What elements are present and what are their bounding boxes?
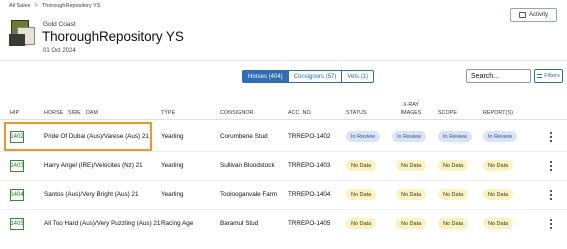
page-title: ThoroughRepository YS	[42, 29, 184, 44]
horse-name: Harry Angel (IRE)/Velocites (Nz) 21	[44, 162, 143, 169]
col-acc-no[interactable]: ACC. NO	[288, 110, 311, 116]
reports-badge: In Review	[483, 131, 518, 142]
col-reports[interactable]: REPORT(S)	[483, 110, 513, 116]
sale-header: Gold Coast ThoroughRepository YS 01 Oct …	[9, 14, 558, 58]
status-badge: No Data	[346, 160, 377, 171]
sale-logo-icon	[9, 20, 37, 48]
acc-number: TRREPO-1405	[288, 220, 331, 227]
col-hip[interactable]: HIP	[10, 110, 19, 116]
selected-row-highlight	[4, 122, 152, 151]
search-input[interactable]: Search...	[466, 69, 531, 83]
activity-label: Activity	[528, 12, 548, 18]
col-xray-line1: X-RAY	[403, 102, 419, 108]
consignor-name: Baramul Stud	[220, 220, 259, 227]
hip-number[interactable]: 1405	[10, 218, 24, 230]
tab-consignors[interactable]: Consignors (57)	[288, 70, 343, 83]
view-tabs: Horses (404) Consignors (57) Vets (1)	[242, 70, 375, 83]
col-scope[interactable]: SCOPE	[438, 110, 457, 116]
tab-horses[interactable]: Horses (404)	[242, 70, 289, 83]
table-header-divider	[0, 119, 567, 120]
col-type[interactable]: TYPE	[161, 110, 175, 116]
row-menu-icon[interactable]	[550, 219, 553, 229]
horse-type: Yearling	[161, 133, 184, 140]
reports-badge: No Data	[483, 218, 514, 229]
table-row[interactable]: 1403 Harry Angel (IRE)/Velocites (Nz) 21…	[0, 151, 567, 181]
scope-badge: No Data	[438, 160, 469, 171]
status-badge: No Data	[346, 218, 377, 229]
status-badge: No Data	[346, 189, 377, 200]
chevron-right-icon: >	[34, 3, 38, 9]
acc-number: TRREPO-1402	[288, 133, 331, 140]
xray-badge: No Data	[396, 218, 427, 229]
table-row[interactable]: 1405 All Too Hard (Aus)/Very Puzzling (A…	[0, 209, 567, 239]
hip-number[interactable]: 1404	[10, 189, 24, 201]
status-badge: In Review	[346, 131, 381, 142]
filters-button[interactable]: Filters	[534, 69, 563, 83]
scope-badge: No Data	[438, 218, 469, 229]
hip-number[interactable]: 1403	[10, 160, 24, 172]
col-xray-line2: IMAGES	[400, 109, 422, 116]
xray-badge: In Review	[392, 131, 427, 142]
horse-name: Santos (Aus)/Very Bright (Aus) 21	[44, 191, 139, 198]
col-horse[interactable]: HORSE	[44, 110, 63, 116]
col-dam[interactable]: DAM	[86, 110, 98, 116]
reports-badge: No Data	[483, 160, 514, 171]
breadcrumb: All Sales > ThoroughRepository YS	[9, 3, 101, 9]
reports-badge: No Data	[483, 189, 514, 200]
acc-number: TRREPO-1404	[288, 191, 331, 198]
filters-label: Filters	[544, 73, 560, 79]
table-row[interactable]: 1404 Santos (Aus)/Very Bright (Aus) 21 Y…	[0, 180, 567, 210]
activity-button[interactable]: Activity	[510, 8, 557, 22]
sale-location: Gold Coast	[43, 21, 76, 28]
horse-name: All Too Hard (Aus)/Very Puzzling (Aus) 2…	[44, 220, 161, 227]
consignor-name: Toolooganvale Farm	[220, 191, 278, 198]
consignor-name: Sullivan Bloodstock	[220, 162, 275, 169]
col-status[interactable]: STATUS	[346, 110, 367, 116]
row-menu-icon[interactable]	[550, 132, 553, 142]
breadcrumb-current: ThoroughRepository YS	[41, 3, 101, 9]
sale-date: 01 Oct 2024	[43, 48, 76, 54]
activity-icon	[518, 12, 526, 18]
scope-badge: In Review	[438, 131, 473, 142]
col-consignor[interactable]: CONSIGNOR	[220, 110, 254, 116]
col-sire[interactable]: SIRE	[68, 110, 81, 116]
horse-type: Yearling	[161, 191, 184, 198]
col-xray-images[interactable]: X-RAY IMAGES	[400, 102, 422, 117]
consignor-name: Corumbene Stud	[220, 133, 268, 140]
filter-icon	[537, 74, 543, 78]
xray-badge: No Data	[396, 160, 427, 171]
header-divider	[0, 60, 567, 61]
horse-type: Yearling	[161, 162, 184, 169]
scope-badge: No Data	[438, 189, 469, 200]
breadcrumb-all-sales-link[interactable]: All Sales	[9, 3, 30, 9]
row-menu-icon[interactable]	[550, 161, 553, 171]
xray-badge: No Data	[396, 189, 427, 200]
tab-vets[interactable]: Vets (1)	[342, 70, 375, 83]
horse-type: Racing Age	[161, 220, 194, 227]
row-menu-icon[interactable]	[550, 190, 553, 200]
acc-number: TRREPO-1403	[288, 162, 331, 169]
